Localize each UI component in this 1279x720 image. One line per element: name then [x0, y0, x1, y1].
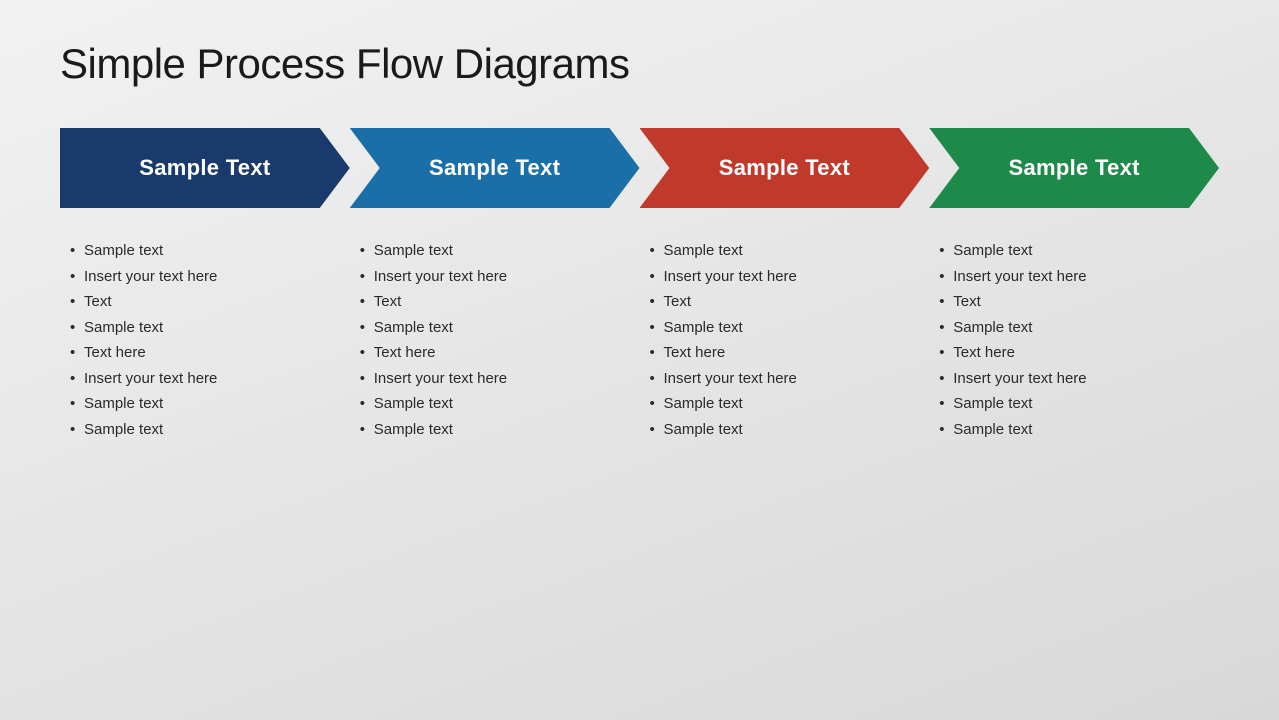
list-item: Sample text	[650, 238, 920, 264]
chevron-label-step3: Sample Text	[719, 155, 850, 181]
list-item: Sample text	[70, 391, 340, 417]
list-item: Text	[360, 289, 630, 315]
bullet-list-1: Sample textInsert your text hereTextSamp…	[70, 238, 340, 442]
list-item: Text here	[360, 340, 630, 366]
chevron-label-step4: Sample Text	[1008, 155, 1139, 181]
chevron-step2[interactable]: Sample Text	[350, 128, 640, 208]
content-column-4: Sample textInsert your text hereTextSamp…	[929, 238, 1219, 680]
list-item: Insert your text here	[70, 264, 340, 290]
list-item: Insert your text here	[360, 264, 630, 290]
chevron-step4[interactable]: Sample Text	[929, 128, 1219, 208]
list-item: Sample text	[360, 238, 630, 264]
list-item: Sample text	[939, 238, 1209, 264]
chevron-step3[interactable]: Sample Text	[640, 128, 930, 208]
list-item: Sample text	[70, 315, 340, 341]
list-item: Sample text	[650, 315, 920, 341]
list-item: Sample text	[360, 417, 630, 443]
list-item: Text here	[650, 340, 920, 366]
list-item: Sample text	[939, 315, 1209, 341]
content-column-1: Sample textInsert your text hereTextSamp…	[60, 238, 350, 680]
page-title: Simple Process Flow Diagrams	[60, 40, 1219, 88]
content-column-3: Sample textInsert your text hereTextSamp…	[640, 238, 930, 680]
list-item: Sample text	[939, 417, 1209, 443]
content-column-2: Sample textInsert your text hereTextSamp…	[350, 238, 640, 680]
chevron-row: Sample Text Sample Text Sample Text Sample …	[60, 128, 1219, 208]
list-item: Sample text	[360, 315, 630, 341]
list-item: Sample text	[650, 391, 920, 417]
list-item: Text	[650, 289, 920, 315]
bullet-list-3: Sample textInsert your text hereTextSamp…	[650, 238, 920, 442]
list-item: Sample text	[939, 391, 1209, 417]
list-item: Insert your text here	[650, 264, 920, 290]
list-item: Insert your text here	[70, 366, 340, 392]
chevron-step1[interactable]: Sample Text	[60, 128, 350, 208]
list-item: Sample text	[360, 391, 630, 417]
list-item: Insert your text here	[360, 366, 630, 392]
chevron-label-step2: Sample Text	[429, 155, 560, 181]
list-item: Text here	[939, 340, 1209, 366]
list-item: Sample text	[650, 417, 920, 443]
slide: Simple Process Flow Diagrams Sample Text…	[0, 0, 1279, 720]
list-item: Insert your text here	[939, 264, 1209, 290]
content-row: Sample textInsert your text hereTextSamp…	[60, 238, 1219, 680]
list-item: Insert your text here	[650, 366, 920, 392]
list-item: Text	[70, 289, 340, 315]
list-item: Text	[939, 289, 1209, 315]
bullet-list-2: Sample textInsert your text hereTextSamp…	[360, 238, 630, 442]
list-item: Insert your text here	[939, 366, 1209, 392]
list-item: Text here	[70, 340, 340, 366]
list-item: Sample text	[70, 238, 340, 264]
list-item: Sample text	[70, 417, 340, 443]
chevron-label-step1: Sample Text	[139, 155, 270, 181]
bullet-list-4: Sample textInsert your text hereTextSamp…	[939, 238, 1209, 442]
